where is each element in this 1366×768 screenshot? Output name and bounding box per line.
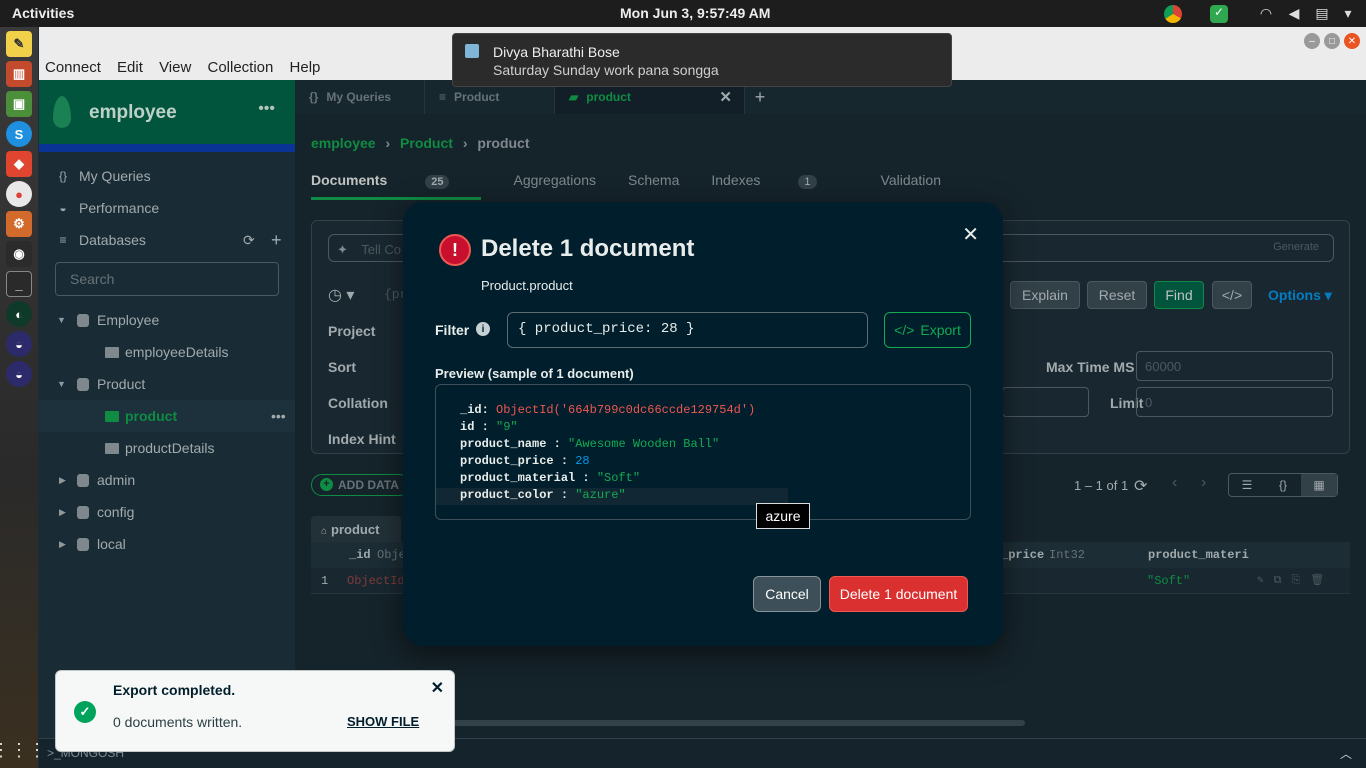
modal-namespace: Product.product <box>481 278 573 293</box>
menu-view[interactable]: View <box>153 55 197 76</box>
menu-connect[interactable]: Connect <box>39 55 107 76</box>
code-icon: </> <box>894 322 915 338</box>
warning-icon: ! <box>439 234 471 266</box>
preview-field-material: product_material : "Soft" <box>460 471 641 485</box>
image-viewer-icon[interactable]: ▣ <box>6 91 32 117</box>
notification-message: Saturday Sunday work pana songga <box>493 62 719 78</box>
skype-icon[interactable]: S <box>6 121 32 147</box>
chrome-icon[interactable]: ● <box>6 181 32 207</box>
eclipse-icon-2[interactable]: ◒ <box>6 361 32 387</box>
eclipse-icon[interactable]: ◒ <box>6 331 32 357</box>
notification-sender: Divya Bharathi Bose <box>493 44 620 60</box>
field-value: "azure" <box>575 488 626 502</box>
ubuntu-dock: ✎ ▥ ▣ S ◆ ● ⚙ ◉ _ ◐ ◒ ◒ ⋮⋮⋮ <box>0 27 46 768</box>
mongodb-compass-icon[interactable]: ◐ <box>6 301 32 327</box>
modal-title: Delete 1 document <box>481 235 695 262</box>
avatar-icon <box>465 44 479 58</box>
delete-document-button[interactable]: Delete 1 document <box>829 576 968 612</box>
preview-field-price: product_price : 28 <box>460 454 590 468</box>
chrome-tray-icon[interactable] <box>1162 3 1184 24</box>
settings-app-icon[interactable]: ⚙ <box>6 211 32 237</box>
field-value: ObjectId('664b799c0dc66ccde129754d') <box>496 403 756 417</box>
sourcetree-icon[interactable]: ◉ <box>6 241 32 267</box>
field-key: product_material <box>460 471 576 485</box>
preview-field-color: product_color : "azure" <box>436 488 788 505</box>
field-key: product_color <box>460 488 554 502</box>
close-modal-icon[interactable]: ✕ <box>962 222 979 247</box>
document-preview[interactable]: _id: ObjectId('664b799c0dc66ccde129754d'… <box>435 384 971 520</box>
activities-button[interactable]: Activities <box>12 5 74 21</box>
toast-body: 0 documents written. <box>113 714 243 730</box>
chevron-up-icon[interactable]: ︿ <box>1340 745 1352 762</box>
value-tooltip: azure <box>756 503 810 529</box>
delete-document-modal: ! Delete 1 document ✕ Product.product Fi… <box>403 202 1003 646</box>
minimize-icon[interactable]: – <box>1304 33 1320 49</box>
toast-title: Export completed. <box>113 682 236 698</box>
clipboard-icon[interactable]: ▤ <box>1312 3 1332 24</box>
volume-icon[interactable]: ◀ <box>1284 3 1304 24</box>
field-value: "Awesome Wooden Ball" <box>568 437 720 451</box>
anydesk-icon[interactable]: ◆ <box>6 151 32 177</box>
preview-field-id2: id : "9" <box>460 420 518 434</box>
field-value: 28 <box>575 454 590 468</box>
files-icon[interactable]: ▥ <box>6 61 32 87</box>
field-key: id <box>460 420 475 434</box>
field-value: "9" <box>496 420 518 434</box>
cancel-button[interactable]: Cancel <box>753 576 821 612</box>
update-tray-icon[interactable]: ✓ <box>1208 3 1230 24</box>
maximize-icon[interactable]: □ <box>1324 33 1340 49</box>
filter-input[interactable]: { product_price: 28 } <box>507 312 868 348</box>
desktop-notification[interactable]: Divya Bharathi Bose Saturday Sunday work… <box>452 33 952 87</box>
close-toast-icon[interactable]: ✕ <box>431 678 444 698</box>
terminal-icon[interactable]: _ <box>6 271 32 297</box>
check-circle-icon: ✓ <box>74 701 96 723</box>
power-menu-icon[interactable]: ▾ <box>1338 3 1358 24</box>
system-top-bar: Activities Mon Jun 3, 9:57:49 AM ✓ ◠ ◀ ▤… <box>0 0 1366 27</box>
field-value: "Soft" <box>596 471 641 485</box>
info-icon[interactable]: i <box>476 322 490 336</box>
field-key: _id <box>460 403 482 417</box>
preview-field-name: product_name : "Awesome Wooden Ball" <box>460 437 720 451</box>
field-key: product_name <box>460 437 547 451</box>
export-button[interactable]: </> Export <box>884 312 971 348</box>
field-key: product_price <box>460 454 554 468</box>
filter-label: Filter <box>435 322 470 338</box>
close-window-icon[interactable]: ✕ <box>1344 33 1360 49</box>
menu-help[interactable]: Help <box>284 55 327 76</box>
export-toast: ✓ Export completed. 0 documents written.… <box>55 670 455 752</box>
menu-edit[interactable]: Edit <box>111 55 149 76</box>
menu-collection[interactable]: Collection <box>202 55 280 76</box>
text-editor-icon[interactable]: ✎ <box>6 31 32 57</box>
preview-label: Preview (sample of 1 document) <box>435 366 634 381</box>
export-label: Export <box>920 322 961 338</box>
show-file-link[interactable]: SHOW FILE <box>347 714 419 729</box>
system-clock[interactable]: Mon Jun 3, 9:57:49 AM <box>620 5 770 21</box>
preview-field-id: _id: ObjectId('664b799c0dc66ccde129754d'… <box>460 403 756 417</box>
wifi-icon[interactable]: ◠ <box>1256 3 1276 24</box>
show-applications-icon[interactable]: ⋮⋮⋮ <box>0 732 46 768</box>
